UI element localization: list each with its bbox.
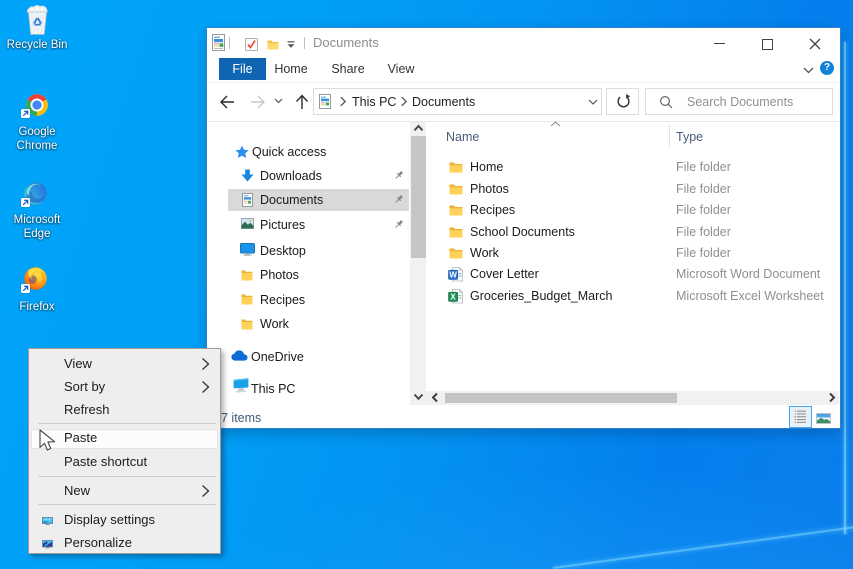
svg-text:W: W — [449, 271, 457, 280]
svg-text:X: X — [450, 293, 456, 302]
